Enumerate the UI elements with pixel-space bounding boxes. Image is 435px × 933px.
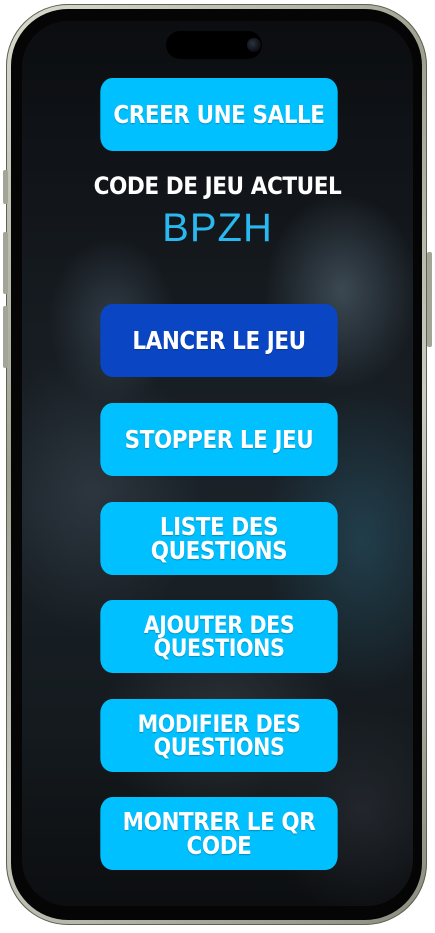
current-game-code-label: CODE DE JEU ACTUEL — [93, 172, 342, 200]
show-qr-code-button[interactable]: MONTRER LE QR CODE — [100, 797, 338, 870]
mute-switch — [3, 170, 8, 204]
start-game-button[interactable]: LANCER LE JEU — [100, 304, 338, 377]
create-room-button[interactable]: CREER UNE SALLE — [100, 78, 338, 151]
list-questions-button[interactable]: LISTE DES QUESTIONS — [100, 502, 338, 575]
volume-down-button — [3, 306, 8, 368]
front-camera-icon — [247, 38, 261, 52]
add-questions-button[interactable]: AJOUTER DES QUESTIONS — [100, 600, 338, 673]
edit-questions-button[interactable]: MODIFIER DES QUESTIONS — [100, 699, 338, 772]
volume-up-button — [3, 232, 8, 294]
current-game-code-value: BPZH — [162, 206, 273, 250]
stop-game-button[interactable]: STOPPER LE JEU — [100, 403, 338, 476]
power-button — [427, 252, 432, 347]
